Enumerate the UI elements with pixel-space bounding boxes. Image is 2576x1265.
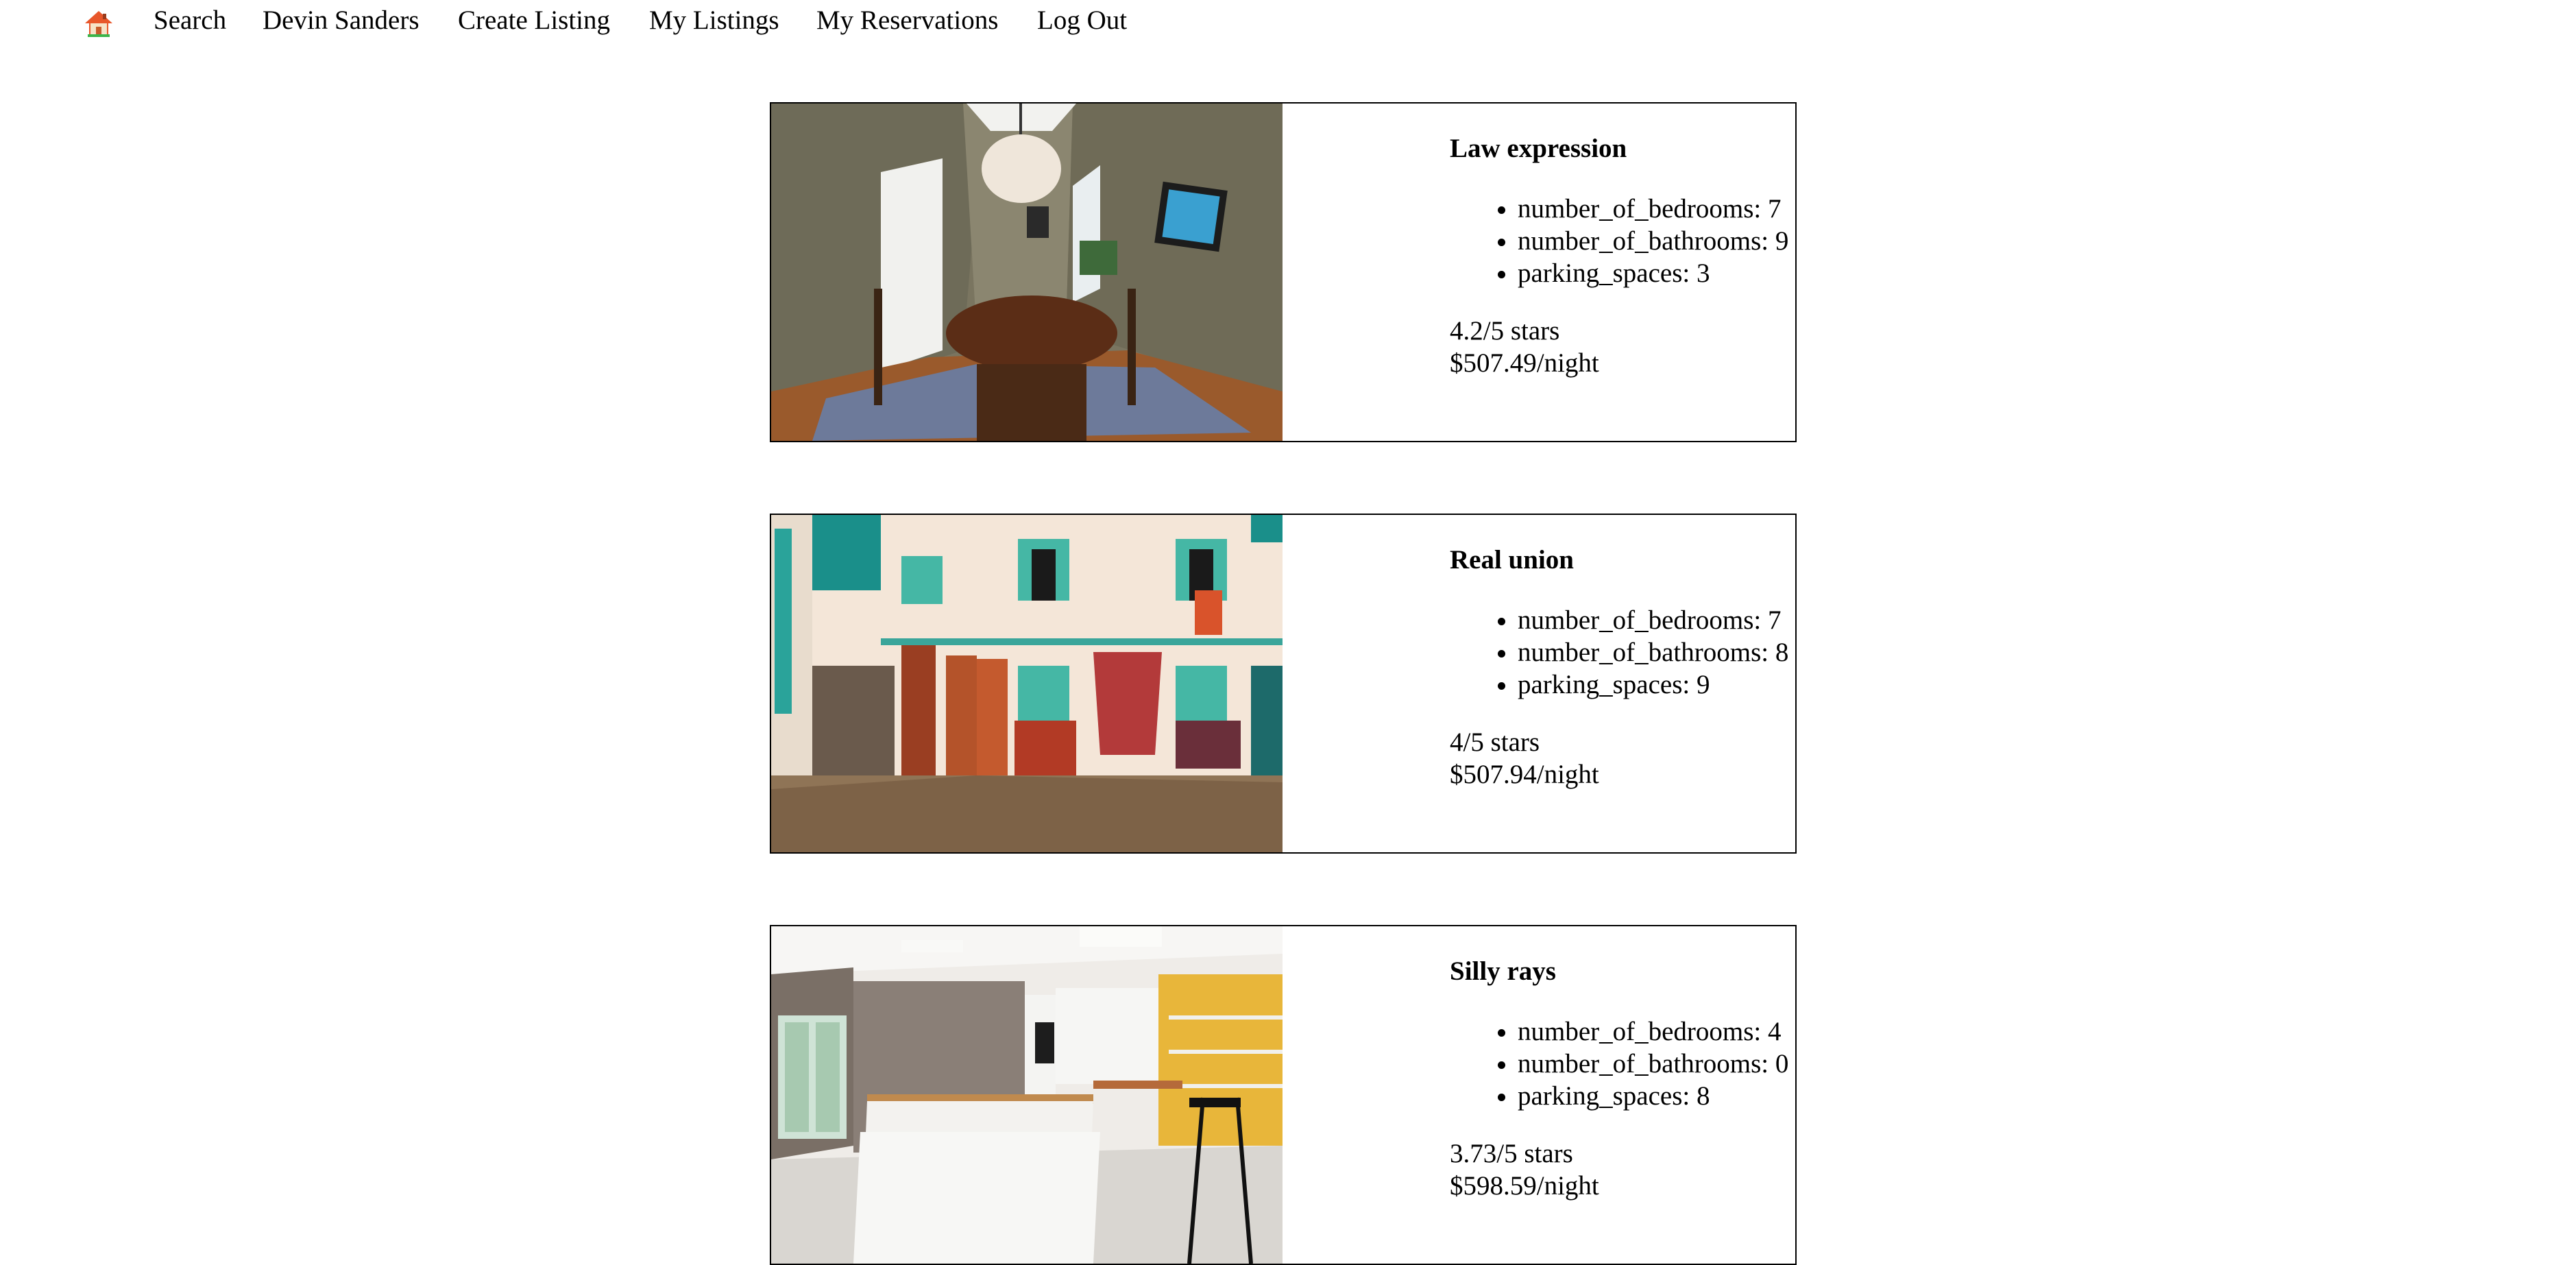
listing-details: Real union number_of_bedrooms: 7 number_… (1450, 515, 1795, 852)
listing-features: number_of_bedrooms: 4 number_of_bathroom… (1450, 1015, 1788, 1112)
listing-details: Silly rays number_of_bedrooms: 4 number_… (1450, 926, 1795, 1264)
listing-details: Law expression number_of_bedrooms: 7 num… (1450, 104, 1795, 441)
listing-features: number_of_bedrooms: 7 number_of_bathroom… (1450, 193, 1788, 289)
listing-features: number_of_bedrooms: 7 number_of_bathroom… (1450, 604, 1788, 701)
feature-parking: parking_spaces: 9 (1518, 668, 1788, 701)
nav-search[interactable]: Search (154, 4, 226, 37)
nav-user-profile[interactable]: Devin Sanders (263, 4, 420, 37)
listing-rating: 4.2/5 stars (1450, 316, 1560, 346)
nav-my-listings[interactable]: My Listings (649, 4, 779, 37)
feature-bedrooms: number_of_bedrooms: 7 (1518, 193, 1788, 225)
feature-bathrooms: number_of_bathrooms: 8 (1518, 636, 1788, 668)
listing-title[interactable]: Law expression (1450, 132, 1627, 165)
listing-title[interactable]: Real union (1450, 544, 1574, 577)
listing-photo-dining-room[interactable] (771, 104, 1283, 441)
nav-my-reservations[interactable]: My Reservations (816, 4, 998, 37)
listing-rating: 4/5 stars (1450, 727, 1540, 757)
listing-photo-courtyard[interactable] (771, 515, 1283, 852)
listing-rating: 3.73/5 stars (1450, 1139, 1573, 1168)
house-icon[interactable] (84, 8, 114, 38)
nav-log-out[interactable]: Log Out (1037, 4, 1127, 37)
listing-photo-kitchen[interactable] (771, 926, 1283, 1264)
listing-title[interactable]: Silly rays (1450, 955, 1556, 988)
listing-card[interactable]: Silly rays number_of_bedrooms: 4 number_… (770, 925, 1797, 1265)
listing-price: $507.94/night (1450, 760, 1599, 789)
feature-bathrooms: number_of_bathrooms: 0 (1518, 1048, 1788, 1080)
feature-bedrooms: number_of_bedrooms: 7 (1518, 604, 1788, 636)
feature-parking: parking_spaces: 3 (1518, 257, 1788, 289)
listing-price: $598.59/night (1450, 1171, 1599, 1201)
feature-bathrooms: number_of_bathrooms: 9 (1518, 225, 1788, 257)
listing-price: $507.49/night (1450, 348, 1599, 378)
listing-card[interactable]: Real union number_of_bedrooms: 7 number_… (770, 514, 1797, 854)
feature-bedrooms: number_of_bedrooms: 4 (1518, 1015, 1788, 1048)
listing-card[interactable]: Law expression number_of_bedrooms: 7 num… (770, 102, 1797, 442)
top-nav: Search Devin Sanders Create Listing My L… (0, 0, 2576, 43)
nav-create-listing[interactable]: Create Listing (458, 4, 610, 37)
feature-parking: parking_spaces: 8 (1518, 1080, 1788, 1112)
